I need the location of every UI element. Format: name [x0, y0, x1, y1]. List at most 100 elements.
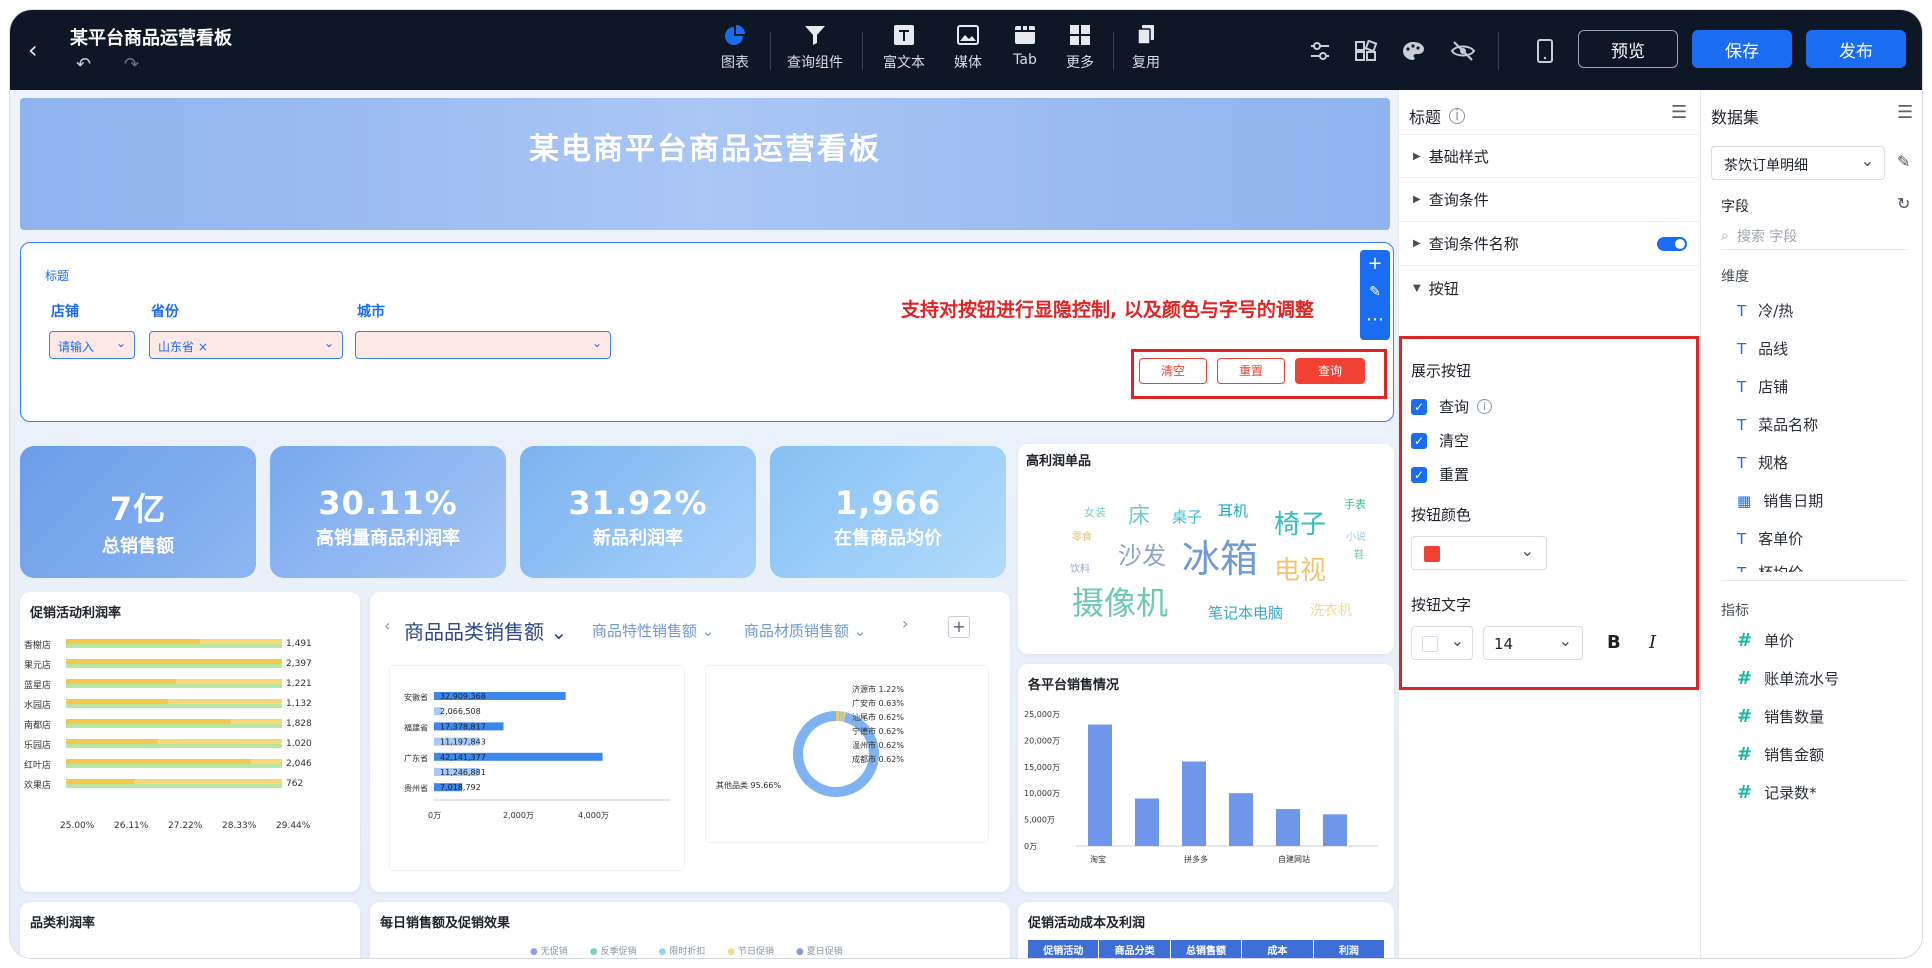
- publish-button[interactable]: 发布: [1806, 30, 1906, 68]
- eye-off-icon[interactable]: [1450, 40, 1476, 62]
- dashboard-title[interactable]: 某平台商品运营看板: [70, 24, 232, 50]
- save-button[interactable]: 保存: [1692, 30, 1792, 68]
- edit-icon[interactable]: ✎: [1360, 278, 1390, 306]
- promo-chart-card[interactable]: 促销活动利润率 香榭店 1,491 果元店 2,397 蓝星店 1,221 水园店 1,132…: [20, 592, 360, 892]
- value-label: 1,221: [286, 679, 312, 689]
- dimension-field[interactable]: T 规格: [1737, 452, 1788, 473]
- checkbox-clear[interactable]: ✓ 清空: [1411, 430, 1469, 451]
- tool-more[interactable]: 更多: [1060, 24, 1100, 72]
- kpi-card[interactable]: 7亿 总销售额: [20, 446, 256, 578]
- back-icon[interactable]: ‹: [28, 36, 38, 64]
- reset-button[interactable]: 重置: [1217, 358, 1285, 384]
- tool-tab[interactable]: Tab: [1005, 24, 1045, 68]
- bar: [66, 719, 231, 724]
- dimension-field[interactable]: ▦ 销售日期: [1737, 490, 1823, 511]
- kpi-card[interactable]: 1,966 在售商品均价: [770, 446, 1006, 578]
- y-tick-label: 15,000万: [1024, 763, 1060, 772]
- category-tabs-card[interactable]: ‹ 商品品类销售额 ⌄ 商品特性销售额 ⌄ 商品材质销售额 ⌄ › + 安徽省 3…: [370, 592, 1010, 892]
- redo-icon[interactable]: ↷: [124, 54, 139, 75]
- text-color-picker[interactable]: ⌄: [1411, 626, 1473, 660]
- condition-name-toggle[interactable]: [1657, 236, 1687, 251]
- tool-chart[interactable]: 图表: [710, 24, 760, 72]
- category-label: 水园店: [24, 699, 51, 711]
- chevron-left-icon[interactable]: ‹: [384, 616, 390, 635]
- card-title: 品类利润率: [30, 916, 96, 931]
- info-icon[interactable]: i: [1477, 399, 1493, 414]
- tab-material-sales[interactable]: 商品材质销售额 ⌄: [744, 620, 866, 641]
- dataset-select[interactable]: 茶饮订单明细 ⌄: [1711, 146, 1885, 180]
- tab-feature-sales[interactable]: 商品特性销售额 ⌄: [592, 620, 714, 641]
- platform-chart-card[interactable]: 各平台销售情况 25,000万 20,000万 15,000万 10,000万 5,00…: [1018, 664, 1394, 892]
- field-label: 单价: [1764, 632, 1795, 650]
- font-size-select[interactable]: 14 ⌄: [1483, 626, 1583, 660]
- category-profit-card[interactable]: 品类利润率: [20, 902, 360, 958]
- section-basic-style[interactable]: ▶ 基础样式: [1399, 134, 1699, 178]
- query-button[interactable]: 查询: [1295, 358, 1365, 384]
- value-label: 7,018,792: [440, 783, 481, 792]
- measure-field[interactable]: # 销售金额: [1737, 744, 1824, 765]
- collapse-panel-icon[interactable]: ☰: [1897, 102, 1913, 123]
- more-icon[interactable]: ⋯: [1360, 306, 1390, 334]
- collapse-panel-icon[interactable]: ☰: [1671, 102, 1687, 123]
- add-tab-icon[interactable]: +: [948, 616, 970, 638]
- store-select[interactable]: 请输入 ⌄: [49, 331, 135, 359]
- clear-button[interactable]: 清空: [1139, 358, 1207, 384]
- checkbox-reset[interactable]: ✓ 重置: [1411, 464, 1469, 485]
- province-tag: 山东省: [158, 340, 195, 354]
- bold-button[interactable]: B: [1607, 632, 1621, 653]
- kpi-card[interactable]: 30.11% 高销量商品利润率: [270, 446, 506, 578]
- dimension-field[interactable]: T 冷/热: [1737, 300, 1793, 321]
- bar-secondary: [66, 764, 282, 768]
- value-label: 2,046: [286, 759, 312, 769]
- italic-button[interactable]: I: [1649, 632, 1656, 653]
- tool-media[interactable]: 媒体: [948, 24, 988, 72]
- chevron-right-icon[interactable]: ›: [902, 614, 908, 633]
- tool-richtext[interactable]: 富文本: [878, 24, 930, 72]
- dimension-field[interactable]: T 客单价: [1737, 528, 1803, 549]
- mobile-icon[interactable]: [1536, 39, 1554, 63]
- bar: [66, 739, 158, 744]
- chevron-down-icon: ⌄: [1450, 631, 1464, 650]
- tool-label: 查询组件: [787, 55, 843, 71]
- settings-sliders-icon[interactable]: [1308, 40, 1332, 62]
- wordcloud-card[interactable]: 高利润单品 女装 床 桌子 耳机 椅子 手表 零食 沙发 冰箱 小说 鞋 饮料 …: [1018, 444, 1394, 654]
- section-condition-name[interactable]: ▶ 查询条件名称: [1399, 222, 1699, 266]
- y-tick-label: 10,000万: [1024, 789, 1060, 798]
- value-label: 42,141,377: [440, 753, 486, 762]
- kpi-card[interactable]: 31.92% 新品利润率: [520, 446, 756, 578]
- measure-field[interactable]: # 记录数*: [1737, 782, 1817, 803]
- checkbox-query[interactable]: ✓ 查询 i: [1411, 396, 1493, 417]
- tool-query[interactable]: 查询组件: [780, 24, 850, 72]
- add-icon[interactable]: +: [1360, 250, 1390, 278]
- section-query-conditions[interactable]: ▶ 查询条件: [1399, 178, 1699, 222]
- measure-field[interactable]: # 单价: [1737, 630, 1794, 651]
- dimension-field[interactable]: T 菜品名称: [1737, 414, 1818, 435]
- edit-icon[interactable]: ✎: [1897, 152, 1910, 171]
- cost-card[interactable]: 促销活动成本及利润 促销活动 商品分类 总销售额 成本 利润: [1018, 902, 1394, 958]
- remove-tag-icon[interactable]: ×: [198, 340, 208, 354]
- section-button[interactable]: ▼ 按钮: [1399, 266, 1699, 310]
- refresh-icon[interactable]: ↻: [1897, 194, 1910, 213]
- layout-icon[interactable]: [1354, 40, 1378, 62]
- field-label: 品线: [1758, 340, 1789, 358]
- word: 女装: [1084, 506, 1106, 519]
- field-search-input[interactable]: ⌕ 搜索 字段: [1721, 222, 1907, 250]
- chevron-down-icon: ⌄: [1520, 541, 1534, 560]
- dimension-field[interactable]: T 店铺: [1737, 376, 1788, 397]
- tool-reuse[interactable]: 复用: [1126, 24, 1166, 72]
- province-select[interactable]: 山东省 × ⌄: [149, 331, 343, 359]
- undo-icon[interactable]: ↶: [76, 54, 91, 75]
- tab-category-sales[interactable]: 商品品类销售额 ⌄: [404, 616, 567, 645]
- measure-field[interactable]: # 账单流水号: [1737, 668, 1839, 689]
- city-select[interactable]: ⌄: [355, 331, 611, 359]
- query-component[interactable]: 标题 店铺 省份 城市 请输入 ⌄ 山东省 × ⌄ ⌄ 支持对按钮进行显隐控制, 以…: [20, 242, 1394, 422]
- measure-field[interactable]: # 销售数量: [1737, 706, 1824, 727]
- info-icon[interactable]: i: [1449, 108, 1466, 124]
- tool-label: 复用: [1132, 55, 1160, 71]
- daily-sales-card[interactable]: 每日销售额及促销效果 ● 无促销 ● 反季促销 ● 限时折扣 ● 节日促销 ● …: [370, 902, 1010, 958]
- palette-icon[interactable]: [1400, 40, 1426, 62]
- preview-button[interactable]: 预览: [1578, 30, 1678, 68]
- dimension-field[interactable]: T 品线: [1737, 338, 1788, 359]
- dimension-field-partial[interactable]: T杯均价: [1737, 562, 1803, 572]
- button-color-picker[interactable]: ⌄: [1411, 536, 1547, 570]
